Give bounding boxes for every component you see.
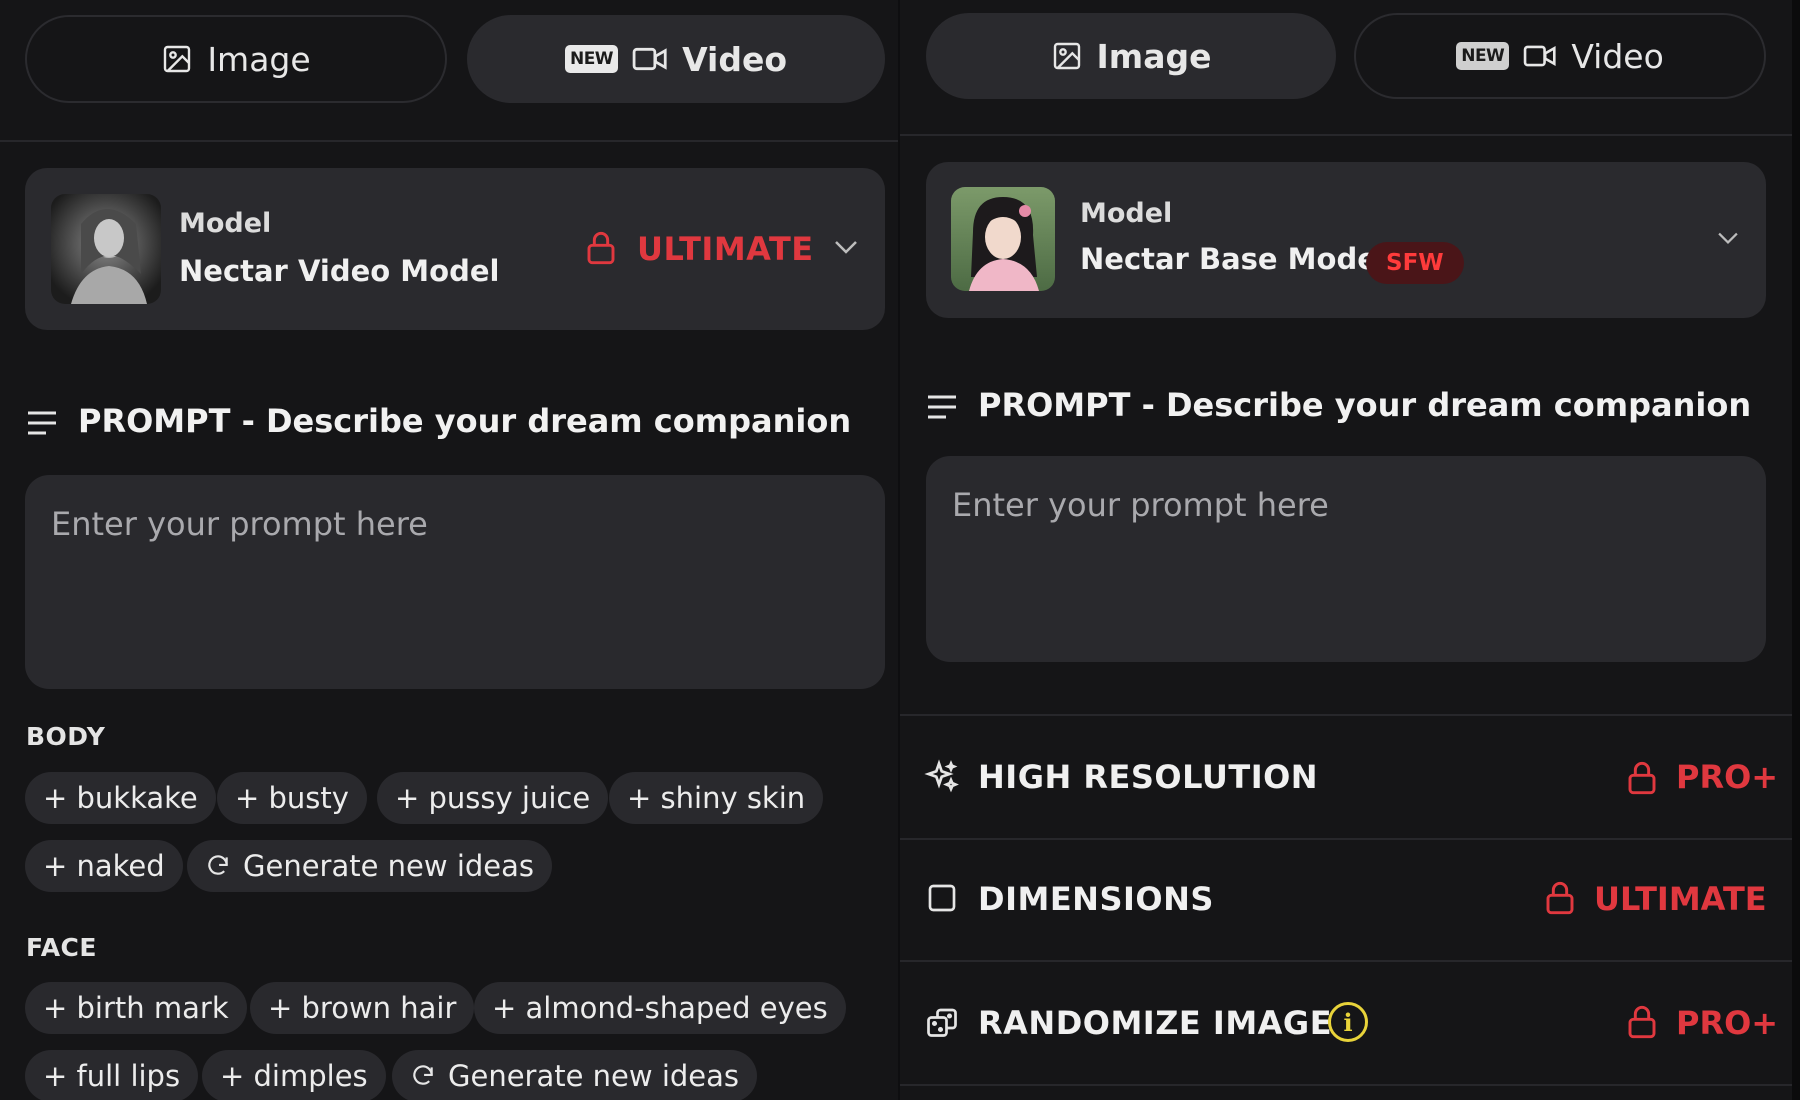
video-camera-icon (632, 47, 667, 71)
chip-full-lips[interactable]: + full lips (25, 1050, 199, 1100)
new-badge: NEW (564, 45, 619, 73)
generate-ideas-body-button[interactable]: Generate new ideas (187, 840, 553, 892)
model-selector[interactable]: Model Nectar Video Model ULTIMATE (25, 168, 885, 330)
left-panel: Image NEW Video Model Nectar Video Model… (0, 0, 900, 1100)
divider (900, 1084, 1792, 1086)
tier-label: PRO+ (1676, 758, 1779, 796)
chip-dimples[interactable]: + dimples (202, 1050, 386, 1100)
info-icon[interactable]: i (1328, 1002, 1368, 1042)
chip-brown-hair[interactable]: + brown hair (250, 982, 475, 1034)
option-label: HIGH RESOLUTION (978, 758, 1319, 796)
tab-video-label: Video (1571, 36, 1664, 76)
tab-image-label: Image (1096, 36, 1212, 76)
tier-label: ULTIMATE (1594, 880, 1767, 918)
chevron-down-icon[interactable] (833, 238, 859, 256)
tab-image[interactable]: Image (926, 13, 1336, 99)
model-avatar (51, 194, 161, 304)
category-face-label: FACE (26, 933, 97, 962)
tab-video[interactable]: NEW Video (467, 15, 885, 103)
option-high-resolution[interactable]: HIGH RESOLUTION PRO+ (900, 716, 1792, 836)
menu-lines-icon (28, 411, 56, 435)
generate-ideas-label: Generate new ideas (243, 849, 535, 883)
image-icon (1053, 42, 1080, 70)
option-label: RANDOMIZE IMAGE (978, 1004, 1333, 1042)
chip-birth-mark[interactable]: + birth mark (25, 982, 247, 1034)
prompt-title: PROMPT - Describe your dream companion (78, 402, 852, 440)
model-avatar (951, 187, 1055, 291)
chip-busty[interactable]: + busty (217, 772, 367, 824)
chip-naked[interactable]: + naked (25, 840, 183, 892)
model-selector[interactable]: Model Nectar Base Model SFW (926, 162, 1766, 318)
generate-ideas-label: Generate new ideas (448, 1059, 740, 1093)
tab-image[interactable]: Image (25, 15, 447, 103)
prompt-input[interactable] (51, 505, 859, 543)
model-name: Nectar Base Model (1080, 242, 1387, 276)
chip-pussy-juice[interactable]: + pussy juice (377, 772, 609, 824)
tier-label: PRO+ (1676, 1004, 1779, 1042)
divider (900, 134, 1792, 136)
video-camera-icon (1524, 45, 1556, 67)
prompt-input[interactable] (952, 486, 1740, 524)
chevron-down-icon[interactable] (1716, 230, 1740, 246)
lock-icon (1628, 1005, 1656, 1039)
chip-almond-shaped-eyes[interactable]: + almond-shaped eyes (474, 982, 846, 1034)
menu-lines-icon (928, 395, 956, 419)
image-icon (164, 45, 191, 73)
refresh-icon (208, 855, 228, 875)
tier-label: ULTIMATE (637, 230, 814, 268)
divider (0, 140, 898, 142)
model-caption: Model (179, 208, 272, 239)
option-label: DIMENSIONS (978, 880, 1214, 918)
tab-image-label: Image (207, 39, 311, 79)
category-body-label: BODY (26, 722, 106, 751)
lock-icon (587, 231, 615, 265)
option-randomize-image[interactable]: RANDOMIZE IMAGE i PRO+ (900, 962, 1792, 1082)
chip-bukkake[interactable]: + bukkake (25, 772, 216, 824)
dice-icon (927, 1008, 957, 1037)
tab-video[interactable]: NEW Video (1354, 13, 1766, 99)
sparkles-icon (924, 759, 959, 793)
window-edge (1792, 0, 1800, 1100)
option-dimensions[interactable]: DIMENSIONS ULTIMATE (900, 840, 1792, 960)
model-caption: Model (1080, 198, 1173, 229)
refresh-icon (413, 1065, 433, 1085)
right-panel: Image NEW Video Model Nectar Base Model … (900, 0, 1800, 1100)
sfw-badge: SFW (1366, 242, 1464, 284)
generate-ideas-face-button[interactable]: Generate new ideas (392, 1050, 758, 1100)
prompt-box[interactable] (25, 475, 885, 689)
lock-icon (1628, 761, 1656, 795)
lock-icon (1546, 881, 1574, 915)
tab-video-label: Video (682, 39, 788, 79)
new-badge: NEW (1456, 42, 1510, 70)
prompt-title: PROMPT - Describe your dream companion (978, 386, 1752, 424)
prompt-box[interactable] (926, 456, 1766, 662)
chip-shiny-skin[interactable]: + shiny skin (609, 772, 824, 824)
model-name: Nectar Video Model (179, 254, 500, 288)
square-icon (928, 884, 956, 912)
